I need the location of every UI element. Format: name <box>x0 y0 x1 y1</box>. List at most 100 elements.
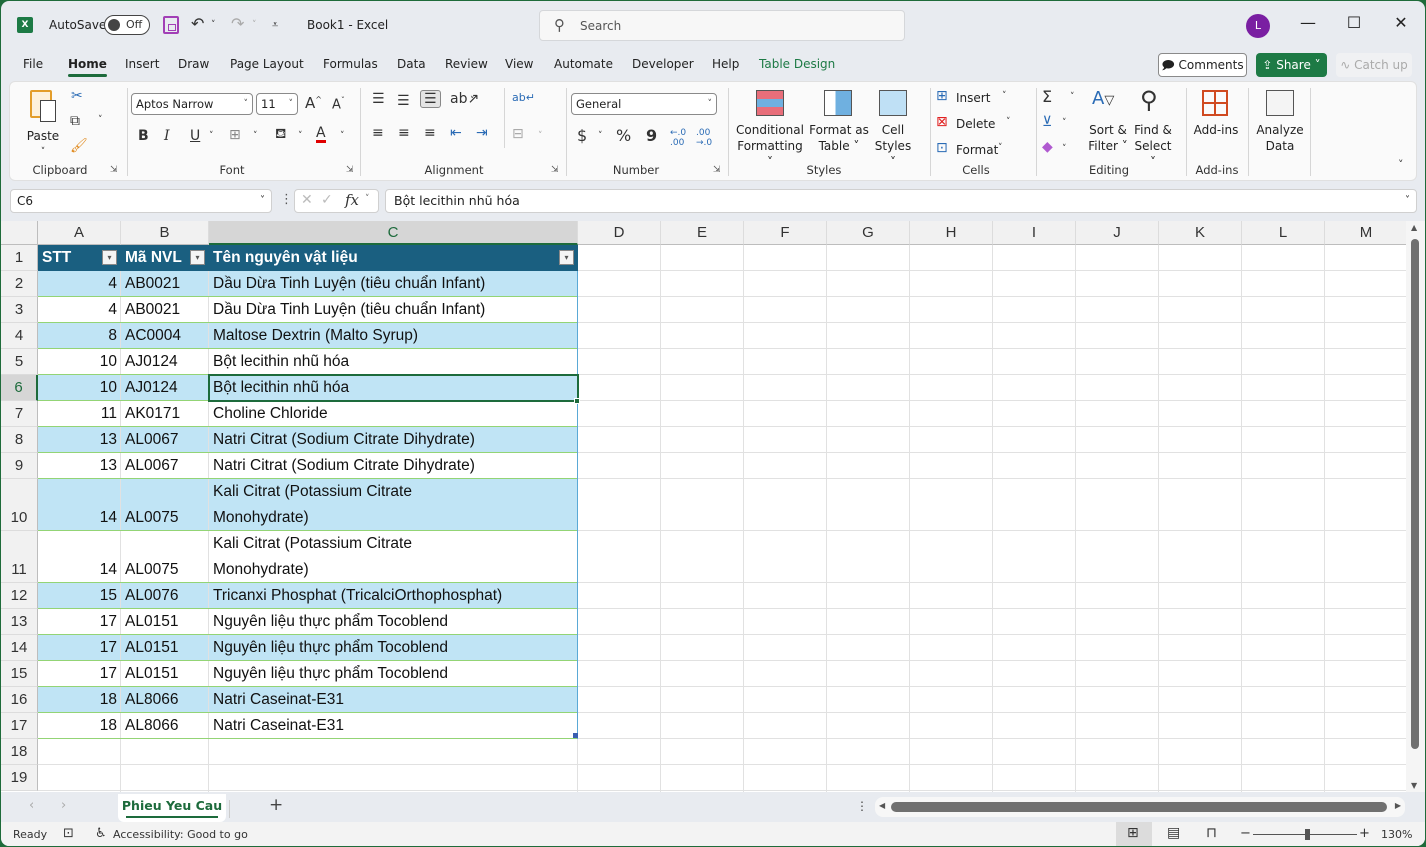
cancel-entry-icon[interactable]: ✕ <box>301 192 313 208</box>
scroll-up-icon[interactable]: ▲ <box>1411 223 1417 232</box>
name-box[interactable]: C6 ˅ <box>10 189 272 213</box>
undo-icon[interactable]: ↶ <box>191 14 204 33</box>
sheet-tab-phieu-yeu-cau[interactable]: Phieu Yeu Cau <box>118 794 226 822</box>
worksheet-grid[interactable]: A B C D E F G H I J K L M 1 2 3 4 5 6 7 8 9 10 11 12 13 14 15 16 17 18… <box>1 221 1408 792</box>
cell-ten-nguyen-vat-lieu[interactable]: Natri Citrat (Sodium Citrate Dihydrate) <box>209 427 578 453</box>
sort-filter-button[interactable]: A▽ Sort & Filter ˅ <box>1088 88 1128 156</box>
cell-ten-nguyen-vat-lieu[interactable]: Bột lecithin nhũ hóa <box>209 349 578 375</box>
clear-dropdown-icon[interactable]: ˅ <box>1062 144 1067 154</box>
cell-ma-nvl[interactable]: AL0151 <box>121 609 209 635</box>
select-all-corner[interactable] <box>1 221 38 245</box>
cell-ten-nguyen-vat-lieu[interactable]: Natri Citrat (Sodium Citrate Dihydrate) <box>209 453 578 479</box>
active-cell-selection[interactable] <box>208 374 579 402</box>
cell-ma-nvl[interactable]: AK0171 <box>121 401 209 427</box>
tab-automate[interactable]: Automate <box>554 57 613 71</box>
align-right-icon[interactable]: ≡ <box>424 125 436 141</box>
number-format-select[interactable]: General ˅ <box>571 93 717 115</box>
accessibility-icon[interactable]: ♿ <box>95 826 107 841</box>
font-name-select[interactable]: Aptos Narrow ˅ <box>131 93 253 115</box>
column-header-a[interactable]: A <box>38 221 121 245</box>
middle-align-icon[interactable]: ☰ <box>397 93 410 109</box>
row-header-13[interactable]: 13 <box>1 609 38 635</box>
paste-button[interactable]: Paste ˅ <box>26 88 60 158</box>
fill-color-dropdown-icon[interactable]: ˅ <box>298 131 303 141</box>
align-left-icon[interactable]: ≡ <box>372 125 384 141</box>
cell-ma-nvl[interactable]: AJ0124 <box>121 375 209 401</box>
row-header-6[interactable]: 6 <box>1 375 38 401</box>
alignment-launcher-icon[interactable]: ⇲ <box>551 165 559 175</box>
copy-icon[interactable]: ⧉ <box>70 113 80 129</box>
cell-stt[interactable]: 15 <box>38 583 121 609</box>
cell-ten-nguyen-vat-lieu[interactable]: Nguyên liệu thực phẩm Tocoblend <box>209 635 578 661</box>
table-resize-handle[interactable] <box>573 733 578 738</box>
close-button[interactable]: ✕ <box>1386 13 1416 32</box>
tab-draw[interactable]: Draw <box>178 57 209 71</box>
cell-stt[interactable]: 11 <box>38 401 121 427</box>
row-header-12[interactable]: 12 <box>1 583 38 609</box>
merge-center-icon[interactable]: ⊟ <box>512 126 524 142</box>
tab-table-design[interactable]: Table Design <box>759 57 835 71</box>
font-launcher-icon[interactable]: ⇲ <box>346 165 354 175</box>
cell-ten-nguyen-vat-lieu[interactable]: Kali Citrat (Potassium Citrate Monohydrat… <box>209 479 578 531</box>
cell-ten-nguyen-vat-lieu[interactable]: Maltose Dextrin (Malto Syrup) <box>209 323 578 349</box>
font-size-select[interactable]: 11 ˅ <box>256 93 298 115</box>
font-color-icon[interactable]: A <box>316 126 326 143</box>
expand-formula-icon[interactable]: ˅ <box>1405 190 1410 212</box>
zoom-slider-thumb[interactable] <box>1305 829 1310 840</box>
cell-stt[interactable]: 13 <box>38 427 121 453</box>
format-as-table-button[interactable]: Format as Table ˅ <box>808 88 870 156</box>
search-box[interactable]: ⚲ Search <box>539 10 905 41</box>
italic-button[interactable]: I <box>164 128 170 144</box>
save-icon[interactable] <box>163 16 179 34</box>
user-avatar[interactable]: L <box>1246 14 1270 38</box>
formula-bar-options-icon[interactable]: ⋮ <box>280 192 293 207</box>
cell-stt[interactable]: 17 <box>38 609 121 635</box>
catch-up-button[interactable]: ∿ Catch up <box>1336 53 1412 77</box>
cell-stt[interactable]: 17 <box>38 635 121 661</box>
increase-decimal-icon[interactable]: ←.0.00 <box>670 128 686 148</box>
cell-stt[interactable]: 4 <box>38 271 121 297</box>
cell-stt[interactable]: 17 <box>38 661 121 687</box>
fill-handle[interactable] <box>574 398 580 404</box>
cell-ma-nvl[interactable]: AL0067 <box>121 453 209 479</box>
wrap-text-icon[interactable]: ab↵ <box>512 91 535 104</box>
customize-qat-icon[interactable]: ⩡ <box>272 18 278 32</box>
currency-button[interactable]: $ <box>577 126 587 145</box>
cell-ten-nguyen-vat-lieu[interactable]: Natri Caseinat-E31 <box>209 687 578 713</box>
cell-stt[interactable]: 8 <box>38 323 121 349</box>
increase-indent-icon[interactable]: ⇥ <box>476 125 488 141</box>
decrease-font-size-icon[interactable]: Aˇ <box>332 96 345 112</box>
orientation-dropdown-icon[interactable]: ˅ <box>470 96 475 106</box>
cell-stt[interactable]: 18 <box>38 713 121 739</box>
bold-button[interactable]: B <box>138 128 149 144</box>
cell-stt[interactable]: 14 <box>38 479 121 531</box>
scroll-down-icon[interactable]: ▼ <box>1411 781 1417 790</box>
filter-dropdown-stt[interactable]: ▾ <box>102 250 117 265</box>
filter-dropdown-ten-nguyen-vat-lieu[interactable]: ▾ <box>559 250 574 265</box>
row-header-4[interactable]: 4 <box>1 323 38 349</box>
cell-ma-nvl[interactable]: AL0075 <box>121 531 209 583</box>
row-header-3[interactable]: 3 <box>1 297 38 323</box>
tab-help[interactable]: Help <box>712 57 739 71</box>
chevron-down-icon[interactable]: ˅ <box>365 194 370 204</box>
add-sheet-button[interactable]: + <box>269 795 283 815</box>
delete-cells-button[interactable]: ⊠ Delete ˅ <box>934 114 1018 134</box>
clear-icon[interactable]: ◆ <box>1042 139 1053 155</box>
row-header-10[interactable]: 10 <box>1 479 38 531</box>
column-header-e[interactable]: E <box>661 221 744 245</box>
row-header-18[interactable]: 18 <box>1 739 38 765</box>
cell-stt[interactable]: 4 <box>38 297 121 323</box>
conditional-formatting-button[interactable]: Conditional Formatting ˅ <box>734 88 806 169</box>
normal-view-button[interactable]: ⊞ <box>1116 822 1152 846</box>
redo-icon[interactable]: ↷ <box>231 14 244 33</box>
filter-dropdown-ma-nvl[interactable]: ▾ <box>190 250 205 265</box>
fill-icon[interactable]: ⊻ <box>1042 114 1052 130</box>
cell-ten-nguyen-vat-lieu[interactable]: Dầu Dừa Tinh Luyện (tiêu chuẩn Infant) <box>209 271 578 297</box>
row-header-5[interactable]: 5 <box>1 349 38 375</box>
cell-ma-nvl[interactable]: AB0021 <box>121 297 209 323</box>
cell-stt[interactable]: 13 <box>38 453 121 479</box>
tab-review[interactable]: Review <box>445 57 488 71</box>
tab-page-layout[interactable]: Page Layout <box>230 57 304 71</box>
cell-stt[interactable]: 10 <box>38 375 121 401</box>
clipboard-launcher-icon[interactable]: ⇲ <box>110 165 118 175</box>
